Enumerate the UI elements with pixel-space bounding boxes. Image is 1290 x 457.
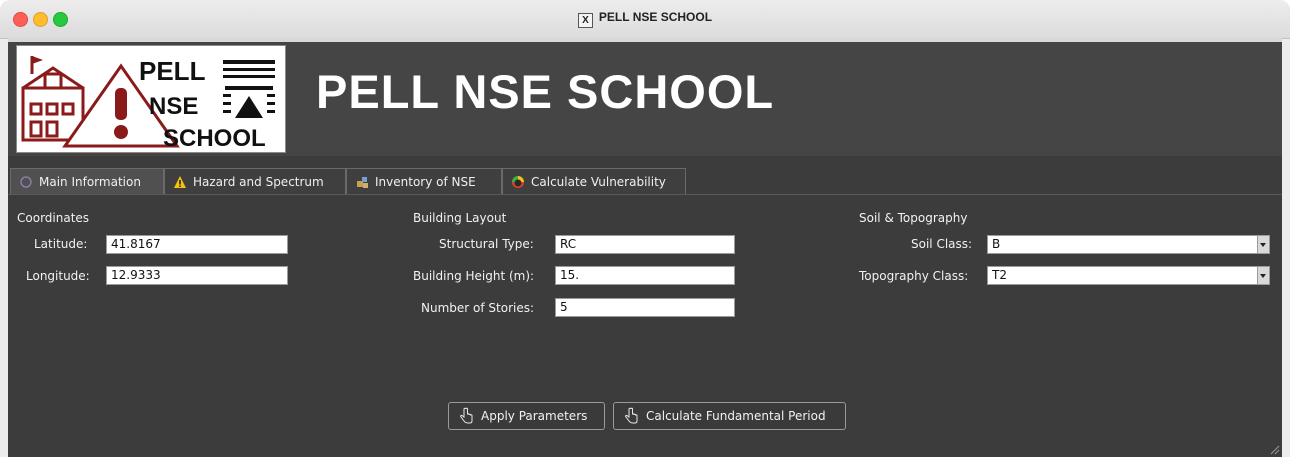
tab-label: Main Information [39, 175, 141, 189]
apply-parameters-button[interactable]: Apply Parameters [448, 402, 605, 430]
chevron-down-icon[interactable] [1257, 236, 1269, 253]
tab-main-information[interactable]: Main Information [10, 168, 164, 194]
soil-class-label: Soil Class: [911, 237, 973, 251]
tab-calculate-vulnerability[interactable]: Calculate Vulnerability [502, 168, 686, 194]
soil-class-value: B [992, 237, 1001, 251]
app-header: PELL NSE SCHOOL PELL NSE SCHOOL [8, 38, 1282, 156]
building-height-input[interactable]: 15. [555, 266, 735, 285]
app-title: PELL NSE SCHOOL [316, 65, 775, 118]
circle-icon [20, 176, 32, 188]
soil-class-select[interactable]: B [987, 235, 1270, 254]
coordinates-heading: Coordinates [17, 211, 90, 225]
inventory-icon [357, 177, 368, 188]
longitude-label: Longitude: [26, 269, 90, 283]
tab-inventory-of-nse[interactable]: Inventory of NSE [346, 168, 502, 194]
structural-type-input[interactable]: RC [555, 235, 735, 254]
tab-hazard-and-spectrum[interactable]: Hazard and Spectrum [164, 168, 346, 194]
window-title: PELL NSE SCHOOL [598, 10, 713, 24]
header-top-border [8, 38, 1282, 42]
number-of-stories-input[interactable]: 5 [555, 298, 735, 317]
logo-text-pell: PELL [139, 56, 206, 86]
app-logo: PELL NSE SCHOOL [16, 45, 286, 153]
structural-type-label: Structural Type: [439, 237, 534, 251]
tab-label: Hazard and Spectrum [193, 175, 324, 189]
warning-icon [174, 176, 186, 188]
apply-parameters-label: Apply Parameters [481, 409, 588, 423]
hand-pointer-icon [625, 407, 638, 424]
x11-app-icon: X [577, 13, 593, 28]
tab-label: Calculate Vulnerability [531, 175, 666, 189]
logo-text-nse: NSE [149, 93, 198, 120]
app-window: X PELL NSE SCHOOL PELL NSE SCHOOL PELL N… [0, 0, 1290, 457]
tab-label: Inventory of NSE [375, 175, 476, 189]
hand-pointer-icon [460, 407, 473, 424]
topography-class-value: T2 [992, 268, 1007, 282]
building-layout-heading: Building Layout [413, 211, 507, 225]
gauge-icon [512, 176, 524, 188]
logo-text-school: SCHOOL [163, 125, 266, 152]
title-bar: X PELL NSE SCHOOL [0, 0, 1290, 39]
main-content: PELL NSE SCHOOL PELL NSE SCHOOL Main Inf… [8, 38, 1282, 457]
latitude-label: Latitude: [34, 237, 88, 251]
number-of-stories-label: Number of Stories: [421, 301, 535, 315]
calculate-fundamental-period-label: Calculate Fundamental Period [646, 409, 826, 423]
longitude-input[interactable]: 12.9333 [106, 266, 288, 285]
building-height-label: Building Height (m): [413, 269, 535, 283]
window-title-wrap: X PELL NSE SCHOOL [0, 10, 1290, 28]
calculate-fundamental-period-button[interactable]: Calculate Fundamental Period [613, 402, 846, 430]
soil-topography-heading: Soil & Topography [859, 211, 968, 225]
tab-bar: Main Information Hazard and Spectrum Inv… [8, 166, 1282, 195]
topography-class-label: Topography Class: [859, 269, 969, 283]
logo-graphic: PELL NSE SCHOOL [21, 56, 275, 152]
resize-grip-icon[interactable] [1268, 443, 1280, 455]
topography-class-select[interactable]: T2 [987, 266, 1270, 285]
chevron-down-icon[interactable] [1257, 267, 1269, 284]
latitude-input[interactable]: 41.8167 [106, 235, 288, 254]
